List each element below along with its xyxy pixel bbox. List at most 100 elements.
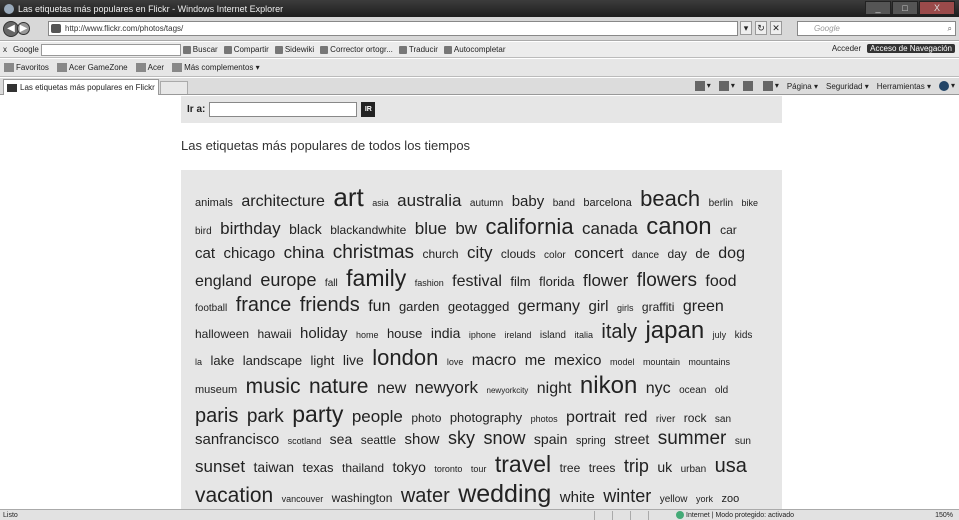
- tag-link[interactable]: macro: [472, 351, 516, 370]
- tag-link[interactable]: london: [372, 345, 438, 371]
- tag-link[interactable]: mountain: [643, 357, 680, 368]
- tag-link[interactable]: me: [525, 352, 546, 370]
- tag-link[interactable]: york: [696, 494, 713, 505]
- tag-link[interactable]: barcelona: [583, 197, 631, 210]
- tag-link[interactable]: christmas: [333, 242, 414, 265]
- toolbar-compartir[interactable]: Compartir: [223, 45, 269, 54]
- tag-link[interactable]: party: [292, 401, 343, 429]
- tag-link[interactable]: thailand: [342, 461, 384, 475]
- tag-link[interactable]: graffiti: [642, 300, 674, 314]
- tag-link[interactable]: england: [195, 272, 252, 291]
- tag-link[interactable]: festival: [452, 272, 502, 291]
- tag-link[interactable]: europe: [260, 270, 316, 292]
- tag-link[interactable]: urban: [681, 464, 707, 476]
- tag-link[interactable]: red: [624, 408, 647, 427]
- tag-link[interactable]: iphone: [469, 330, 496, 341]
- tag-link[interactable]: tokyo: [393, 459, 426, 476]
- home-icon[interactable]: ▾: [694, 81, 711, 91]
- fav-acer[interactable]: Acer: [135, 63, 164, 73]
- tag-link[interactable]: newyorkcity: [487, 386, 529, 396]
- tag-link[interactable]: ocean: [679, 385, 706, 397]
- tag-link[interactable]: paris: [195, 404, 238, 428]
- tag-link[interactable]: friends: [300, 293, 360, 317]
- tag-link[interactable]: mexico: [554, 352, 602, 370]
- zoom-level[interactable]: 150%: [935, 512, 953, 519]
- tag-link[interactable]: beach: [640, 186, 700, 212]
- tag-link[interactable]: flowers: [637, 270, 697, 293]
- tag-link[interactable]: italy: [601, 320, 637, 344]
- toolbar-traducir[interactable]: Traducir: [398, 45, 438, 54]
- tag-link[interactable]: house: [387, 326, 422, 342]
- tag-link[interactable]: uk: [657, 459, 672, 476]
- tag-link[interactable]: sun: [735, 436, 751, 448]
- tag-link[interactable]: portrait: [566, 408, 616, 427]
- tag-link[interactable]: france: [236, 293, 292, 317]
- tag-link[interactable]: bike: [742, 198, 759, 209]
- tag-link[interactable]: asia: [372, 198, 389, 209]
- tag-link[interactable]: california: [486, 214, 574, 240]
- close-button[interactable]: X: [919, 1, 955, 15]
- tag-link[interactable]: new: [377, 379, 406, 398]
- tag-link[interactable]: live: [343, 352, 364, 369]
- refresh-icon[interactable]: ↻: [755, 21, 767, 35]
- tag-link[interactable]: museum: [195, 384, 237, 397]
- tag-link[interactable]: summer: [658, 428, 727, 451]
- tag-link[interactable]: fall: [325, 278, 338, 290]
- search-icon[interactable]: ⌕: [948, 24, 952, 34]
- tag-link[interactable]: bw: [455, 219, 477, 239]
- tag-link[interactable]: snow: [483, 428, 525, 450]
- tag-link[interactable]: photography: [450, 410, 522, 426]
- tag-link[interactable]: berlin: [709, 198, 733, 210]
- tag-link[interactable]: blackandwhite: [330, 223, 406, 237]
- compat-icon[interactable]: ▾: [740, 21, 752, 35]
- tag-link[interactable]: italia: [574, 330, 593, 341]
- tag-link[interactable]: travel: [495, 451, 551, 479]
- tag-link[interactable]: ireland: [504, 330, 531, 341]
- tag-link[interactable]: usa: [715, 454, 747, 478]
- tag-link[interactable]: china: [284, 243, 325, 263]
- tag-link[interactable]: florida: [539, 274, 574, 290]
- tag-link[interactable]: mountains: [688, 357, 730, 368]
- mail-icon[interactable]: [742, 81, 755, 91]
- tag-link[interactable]: geotagged: [448, 299, 509, 315]
- tag-link[interactable]: toronto: [434, 464, 462, 475]
- print-icon[interactable]: ▾: [762, 81, 779, 91]
- tag-link[interactable]: animals: [195, 197, 233, 210]
- tag-link[interactable]: girl: [588, 298, 608, 316]
- tag-link[interactable]: blue: [415, 219, 447, 239]
- feeds-icon[interactable]: ▾: [718, 81, 735, 91]
- tag-link[interactable]: holiday: [300, 325, 348, 343]
- tag-link[interactable]: photos: [531, 414, 558, 425]
- tag-link[interactable]: kids: [735, 330, 753, 342]
- tag-link[interactable]: japan: [645, 317, 704, 346]
- tag-link[interactable]: birthday: [220, 219, 280, 239]
- tag-link[interactable]: church: [422, 247, 458, 261]
- fav-acer-gamezone[interactable]: Acer GameZone: [56, 63, 128, 73]
- tag-link[interactable]: football: [195, 303, 227, 315]
- tag-link[interactable]: de: [695, 246, 709, 262]
- tag-link[interactable]: island: [540, 330, 566, 342]
- tag-link[interactable]: landscape: [243, 353, 302, 369]
- tag-link[interactable]: art: [333, 182, 363, 213]
- tag-link[interactable]: night: [537, 379, 572, 398]
- tag-link[interactable]: architecture: [241, 192, 325, 211]
- tag-link[interactable]: seattle: [361, 433, 396, 447]
- tag-link[interactable]: car: [720, 223, 737, 237]
- tag-link[interactable]: clouds: [501, 247, 536, 261]
- tag-link[interactable]: tour: [471, 464, 487, 475]
- tag-link[interactable]: photo: [411, 411, 441, 425]
- tag-link[interactable]: green: [683, 297, 724, 316]
- toolbar-autocompletar[interactable]: Autocompletar: [443, 45, 506, 54]
- tag-link[interactable]: family: [346, 265, 406, 293]
- tag-link[interactable]: wedding: [458, 479, 551, 509]
- forward-button[interactable]: ▶: [17, 22, 30, 35]
- tag-link[interactable]: fashion: [415, 278, 444, 289]
- tag-link[interactable]: canon: [646, 213, 711, 242]
- security-menu[interactable]: Seguridad ▾: [826, 82, 869, 91]
- tag-link[interactable]: day: [668, 247, 687, 261]
- toolbar-sidewiki[interactable]: Sidewiki: [274, 45, 314, 54]
- tag-link[interactable]: hawaii: [258, 327, 292, 341]
- tag-link[interactable]: concert: [574, 245, 623, 263]
- tag-link[interactable]: food: [705, 272, 736, 291]
- toolbar-corrector[interactable]: Corrector ortogr...: [320, 45, 393, 54]
